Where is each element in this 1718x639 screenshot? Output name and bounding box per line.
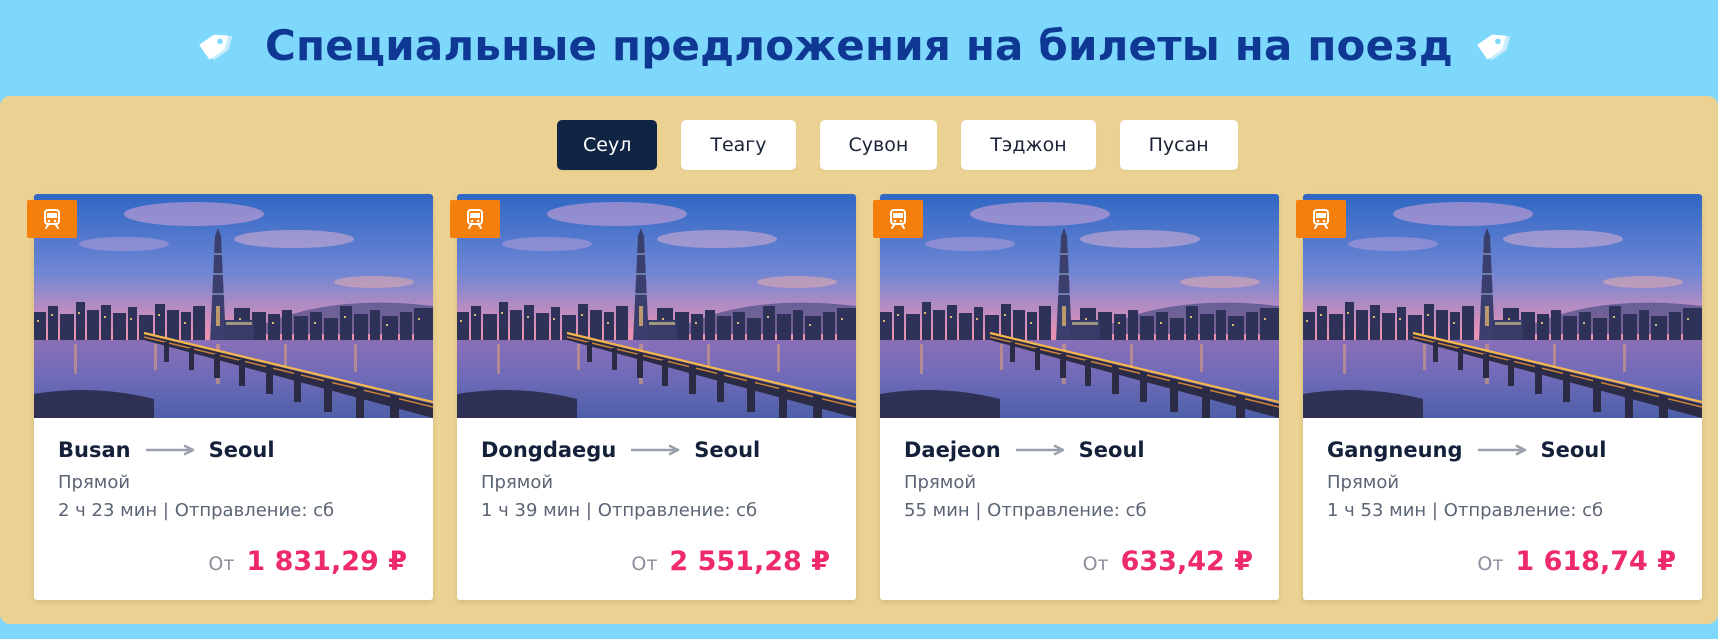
offer-card[interactable]: Dongdaegu Seoul Прямой 1 ч 39 мин | Отпр…: [450, 194, 856, 600]
trip-type: Прямой: [481, 472, 554, 493]
origin-city: Dongdaegu: [481, 438, 617, 462]
price: 1 618,74 ₽: [1515, 546, 1676, 577]
price-tag-icon: [1477, 34, 1511, 61]
price-row: От 2 551,28 ₽: [631, 546, 830, 577]
trip-details: 55 мин | Отправление: сб: [904, 500, 1147, 521]
trip-details: 1 ч 53 мин | Отправление: сб: [1327, 500, 1604, 521]
price-row: От 1 618,74 ₽: [1477, 546, 1676, 577]
from-label: От: [1082, 553, 1109, 575]
origin-city: Busan: [58, 438, 131, 462]
arrow-right-icon: [630, 444, 680, 456]
route: Daejeon Seoul: [904, 438, 1145, 462]
trip-type: Прямой: [58, 472, 131, 493]
train-badge: [27, 200, 77, 238]
city-tabs: Сеул Теагу Сувон Тэджон Пусан: [557, 120, 1238, 170]
train-badge: [450, 200, 500, 238]
train-icon: [44, 209, 60, 229]
train-icon: [890, 209, 906, 229]
route: Dongdaegu Seoul: [481, 438, 760, 462]
page-title: Специальные предложения на билеты на пое…: [264, 20, 1454, 70]
destination-city: Seoul: [694, 438, 761, 462]
trip-type: Прямой: [1327, 472, 1400, 493]
tab-seoul[interactable]: Сеул: [557, 120, 658, 170]
from-label: От: [1477, 553, 1504, 575]
trip-type: Прямой: [904, 472, 977, 493]
train-badge: [873, 200, 923, 238]
price: 1 831,29 ₽: [246, 546, 407, 577]
offer-card[interactable]: Daejeon Seoul Прямой 55 мин | Отправлени…: [873, 194, 1279, 600]
origin-city: Gangneung: [1327, 438, 1463, 462]
tab-suwon[interactable]: Сувон: [819, 120, 938, 170]
arrow-right-icon: [1014, 444, 1064, 456]
train-icon: [1313, 209, 1329, 229]
tab-busan[interactable]: Пусан: [1119, 120, 1238, 170]
section-header: Специальные предложения на билеты на пое…: [0, 0, 1718, 96]
train-icon: [467, 209, 483, 229]
arrow-right-icon: [1476, 444, 1526, 456]
destination-city: Seoul: [1540, 438, 1607, 462]
from-label: От: [208, 553, 235, 575]
offer-card[interactable]: Gangneung Seoul Прямой 1 ч 53 мин | Отпр…: [1296, 194, 1702, 600]
price-tag-icon: [199, 34, 233, 61]
destination-city: Seoul: [208, 438, 275, 462]
seoul-skyline-image: [1303, 194, 1702, 418]
price: 2 551,28 ₽: [669, 546, 830, 577]
offers-panel: Сеул Теагу Сувон Тэджон Пусан Busan Seou…: [0, 96, 1718, 624]
price-row: От 1 831,29 ₽: [208, 546, 407, 577]
tab-daegu[interactable]: Теагу: [681, 120, 796, 170]
route: Busan Seoul: [58, 438, 275, 462]
offer-card[interactable]: Busan Seoul Прямой 2 ч 23 мин | Отправле…: [27, 194, 433, 600]
tab-daejeon[interactable]: Тэджон: [961, 120, 1096, 170]
trip-details: 1 ч 39 мин | Отправление: сб: [481, 500, 758, 521]
from-label: От: [631, 553, 658, 575]
origin-city: Daejeon: [904, 438, 1001, 462]
seoul-skyline-image: [457, 194, 856, 418]
train-badge: [1296, 200, 1346, 238]
destination-city: Seoul: [1078, 438, 1145, 462]
seoul-skyline-image: [880, 194, 1279, 418]
route: Gangneung Seoul: [1327, 438, 1606, 462]
price-row: От 633,42 ₽: [1083, 546, 1253, 577]
seoul-skyline-image: [34, 194, 433, 418]
arrow-right-icon: [144, 444, 194, 456]
trip-details: 2 ч 23 мин | Отправление: сб: [58, 500, 335, 521]
price: 633,42 ₽: [1120, 546, 1253, 577]
